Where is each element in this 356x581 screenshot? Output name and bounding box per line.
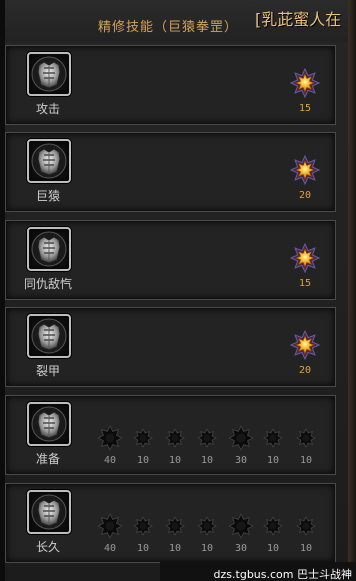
locked-star-icon[interactable] <box>196 515 218 540</box>
armor-icon[interactable] <box>27 314 71 358</box>
skill-row[interactable]: 巨猿 20 <box>5 132 336 212</box>
gold-star-icon[interactable] <box>289 329 321 364</box>
star-value-label: 10 <box>266 543 280 554</box>
skill-name: 裂甲 <box>35 364 60 378</box>
star-value-label: 20 <box>298 365 312 376</box>
skill-row[interactable]: 攻击 15 <box>5 45 336 125</box>
background-chat-text: [乳茈蜜人在 <box>255 10 342 29</box>
skill-name: 同仇敌忾 <box>23 277 72 291</box>
panel-header: 精修技能（巨猿拳罡） [乳茈蜜人在 <box>0 0 356 42</box>
locked-star-icon[interactable] <box>96 424 124 455</box>
star-value-label: 10 <box>200 455 214 466</box>
gold-star-icon[interactable] <box>289 67 321 102</box>
star-value-label: 40 <box>103 455 117 466</box>
skill-name: 长久 <box>35 540 60 554</box>
star-value-label: 40 <box>103 543 117 554</box>
star-value-label: 10 <box>299 455 313 466</box>
locked-star-icon[interactable] <box>196 427 218 452</box>
locked-star-icon[interactable] <box>262 427 284 452</box>
armor-icon[interactable] <box>27 139 71 183</box>
frame-right-border <box>348 0 356 581</box>
armor-icon[interactable] <box>27 52 71 96</box>
locked-star-icon[interactable] <box>262 515 284 540</box>
star-value-label: 10 <box>168 455 182 466</box>
skill-row[interactable]: 长久 40 10 10 10 30 10 10 <box>5 483 336 563</box>
armor-icon[interactable] <box>27 402 71 446</box>
skill-name: 准备 <box>35 452 60 466</box>
panel-title: 精修技能（巨猿拳罡） <box>98 20 239 35</box>
gold-star-icon[interactable] <box>289 154 321 189</box>
watermark-text: dzs.tgbus.com 巴士斗战神 <box>213 568 352 581</box>
armor-icon[interactable] <box>27 490 71 534</box>
skill-name: 攻击 <box>35 102 60 116</box>
skill-row[interactable]: 准备 40 10 10 10 30 10 10 <box>5 395 336 475</box>
locked-star-icon[interactable] <box>227 512 255 543</box>
star-value-label: 10 <box>299 543 313 554</box>
star-value-label: 10 <box>168 543 182 554</box>
star-value-label: 10 <box>200 543 214 554</box>
locked-star-icon[interactable] <box>132 515 154 540</box>
star-value-label: 10 <box>136 543 150 554</box>
star-value-label: 20 <box>298 190 312 201</box>
gold-star-icon[interactable] <box>289 242 321 277</box>
star-value-label: 10 <box>266 455 280 466</box>
star-value-label: 10 <box>136 455 150 466</box>
armor-icon[interactable] <box>27 227 71 271</box>
locked-star-icon[interactable] <box>96 512 124 543</box>
locked-star-icon[interactable] <box>164 427 186 452</box>
locked-star-icon[interactable] <box>227 424 255 455</box>
locked-star-icon[interactable] <box>295 515 317 540</box>
locked-star-icon[interactable] <box>164 515 186 540</box>
star-value-label: 15 <box>298 278 312 289</box>
star-value-label: 15 <box>298 103 312 114</box>
skill-row[interactable]: 裂甲 20 <box>5 307 336 387</box>
skill-name: 巨猿 <box>35 189 60 203</box>
star-value-label: 30 <box>234 455 248 466</box>
star-value-label: 30 <box>234 543 248 554</box>
locked-star-icon[interactable] <box>132 427 154 452</box>
skill-row[interactable]: 同仇敌忾 15 <box>5 220 336 300</box>
locked-star-icon[interactable] <box>295 427 317 452</box>
skill-refine-panel: 精修技能（巨猿拳罡） [乳茈蜜人在 攻击 15 巨猿 20 同仇敌忾 15 裂甲… <box>0 0 356 581</box>
